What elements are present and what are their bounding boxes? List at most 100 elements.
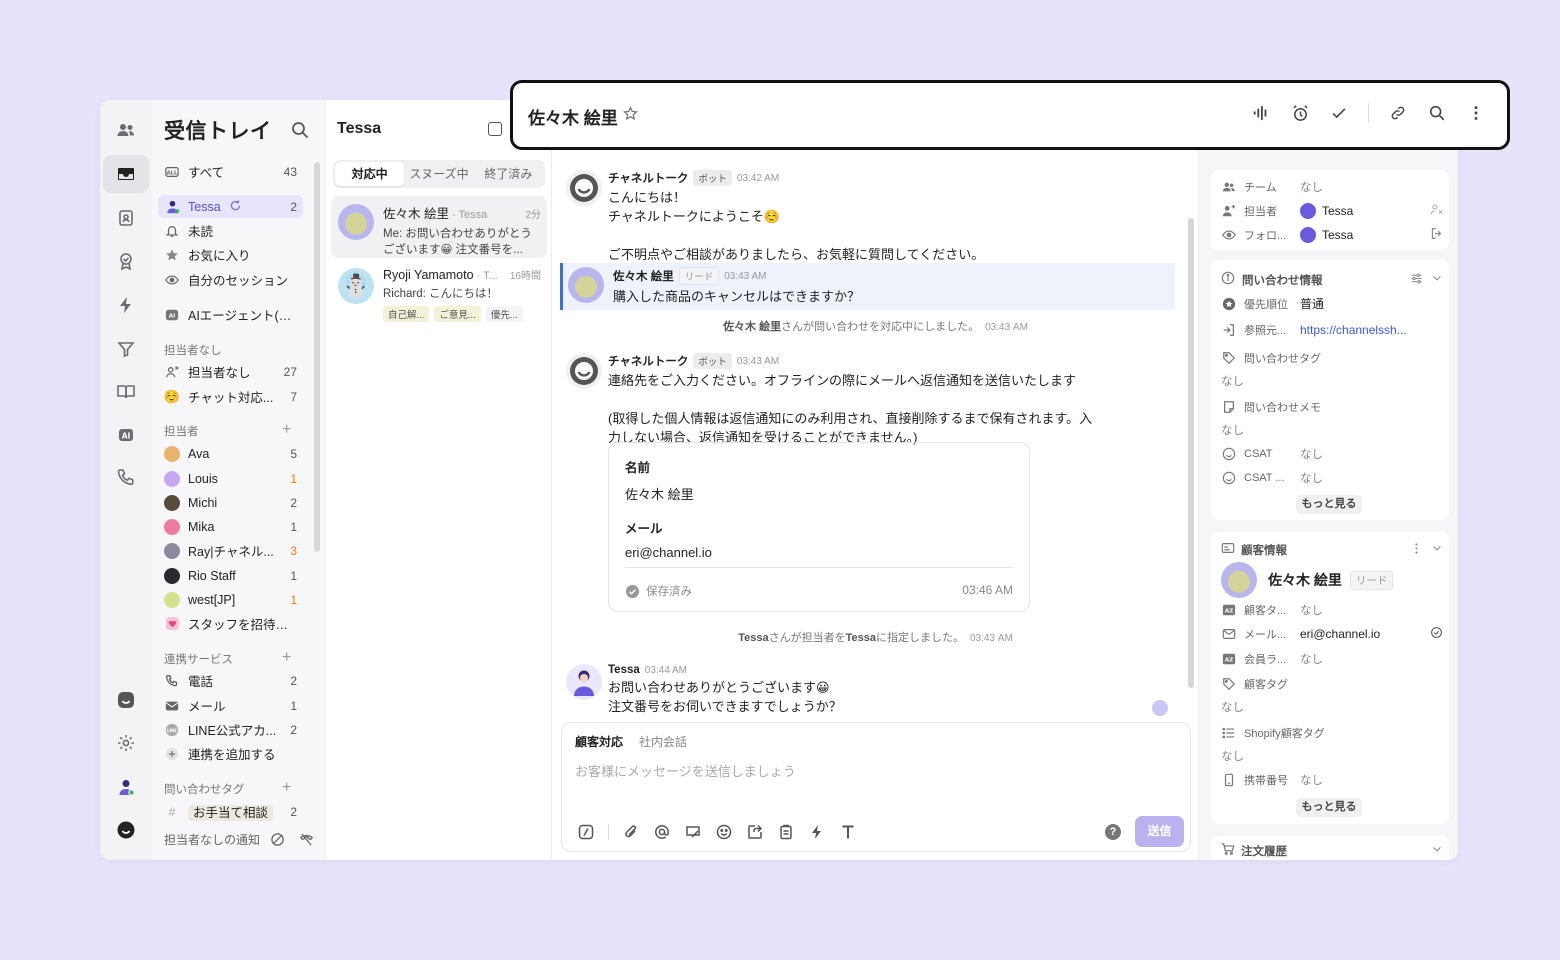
more-vertical-icon[interactable] xyxy=(1410,542,1423,558)
tab-internal-chat[interactable]: 社内会話 xyxy=(639,733,687,750)
slash-command-icon[interactable] xyxy=(577,823,595,841)
check-icon[interactable] xyxy=(1329,103,1349,123)
show-more-button[interactable]: もっと見る xyxy=(1296,798,1362,817)
sidebar-item-phone[interactable]: 電話 2 xyxy=(158,669,303,692)
notification-off-icon[interactable] xyxy=(270,832,285,847)
tab-customer-reply[interactable]: 顧客対応 xyxy=(575,733,623,750)
lightning-icon[interactable] xyxy=(808,823,826,841)
sidebar-item-ai-agent[interactable]: AI AIエージェント(A... xyxy=(158,303,303,326)
sidebar-scrollbar[interactable] xyxy=(314,162,320,552)
share-icon[interactable] xyxy=(746,823,764,841)
contact-card-icon[interactable] xyxy=(103,199,149,237)
channel-talk-avatar xyxy=(566,170,602,206)
tab-snoozed[interactable]: スヌーズ中 xyxy=(404,162,473,186)
sidebar-item-louis[interactable]: Louis 1 xyxy=(158,467,303,490)
assignee-row[interactable]: 担当者 Tessa xyxy=(1221,203,1443,219)
select-checkbox[interactable] xyxy=(488,122,502,136)
member-row[interactable]: AZ 会員ラ... なし xyxy=(1221,651,1443,667)
team-row[interactable]: チーム なし xyxy=(1221,179,1443,195)
add-assignee-icon[interactable]: + xyxy=(282,422,291,438)
memo-icon xyxy=(1221,400,1236,415)
text-format-icon[interactable] xyxy=(839,823,857,841)
gear-icon[interactable] xyxy=(103,724,149,762)
sidebar-item-tessa[interactable]: Tessa 2 xyxy=(158,195,303,218)
sidebar-item-ava[interactable]: Ava 5 xyxy=(158,442,303,465)
phone-number-row[interactable]: 携帯番号 なし xyxy=(1221,772,1443,788)
sidebar-item-invite-staff[interactable]: スタッフを招待する xyxy=(158,612,303,635)
order-history-header[interactable]: 注文履歴 xyxy=(1221,842,1443,859)
clipboard-icon[interactable] xyxy=(777,823,795,841)
search-icon[interactable] xyxy=(1427,103,1447,123)
lightning-icon[interactable] xyxy=(103,286,149,324)
tab-open[interactable]: 対応中 xyxy=(335,162,405,186)
settings-sliders-icon[interactable] xyxy=(1410,272,1423,288)
message-input[interactable]: お客様にメッセージを送信しましょう xyxy=(575,761,796,780)
filter-icon[interactable] xyxy=(103,330,149,368)
customer-tag-field-row[interactable]: AZ 顧客タ... なし xyxy=(1221,602,1443,618)
unassigned-notification[interactable]: 担当者なしの通知 xyxy=(164,831,314,848)
star-icon[interactable] xyxy=(623,106,638,124)
sidebar-item-unread[interactable]: 未読 xyxy=(158,219,303,242)
ai-icon[interactable]: AI xyxy=(103,416,149,454)
emoji-icon[interactable] xyxy=(715,823,733,841)
eye-icon xyxy=(1221,228,1236,243)
chat-scrollbar[interactable] xyxy=(1188,218,1194,688)
priority-row[interactable]: 優先順位 普通 xyxy=(1221,295,1443,312)
sidebar-item-my-sessions[interactable]: 自分のセッション xyxy=(158,268,303,291)
follower-row[interactable]: フォロ... Tessa xyxy=(1221,227,1443,243)
email-row[interactable]: メール... eri@channel.io xyxy=(1221,626,1443,642)
more-icon[interactable] xyxy=(1466,103,1486,123)
contacts-icon[interactable] xyxy=(103,111,149,149)
conversation-item[interactable]: ☃️ Ryoji Yamamoto · T... 16時間 Richard: こ… xyxy=(331,260,547,322)
chevron-down-icon[interactable] xyxy=(1431,542,1443,557)
user-avatar[interactable] xyxy=(103,768,149,806)
conversation-item[interactable]: 佐々木 絵里 · Tessa 2分 Me: お問い合わせありがとうございます😀 … xyxy=(331,196,547,258)
phone-icon[interactable] xyxy=(103,458,149,496)
show-more-button[interactable]: もっと見る xyxy=(1296,495,1362,514)
sidebar-item-mika[interactable]: Mika 1 xyxy=(158,515,303,538)
voice-icon[interactable] xyxy=(1251,103,1271,123)
add-integration-icon[interactable]: + xyxy=(282,650,291,666)
unassign-icon[interactable] xyxy=(1430,203,1443,219)
sidebar-item-chat-support[interactable]: ☺️ チャット対応... 7 xyxy=(158,385,303,408)
sidebar-item-add-integration[interactable]: 連携を追加する xyxy=(158,742,303,765)
inbox-icon[interactable] xyxy=(103,155,149,193)
send-button[interactable]: 送信 xyxy=(1135,816,1184,847)
sidebar-item-mail[interactable]: メール 1 xyxy=(158,694,303,717)
sidebar-item-west[interactable]: west[JP] 1 xyxy=(158,588,303,611)
chevron-down-icon[interactable] xyxy=(1431,843,1443,858)
book-icon[interactable] xyxy=(103,373,149,411)
sidebar-item-all[interactable]: ALL すべて 43 xyxy=(158,160,303,183)
inquiry-memo-row[interactable]: 問い合わせメモ xyxy=(1221,399,1443,415)
sidebar-item-line[interactable]: LINE LINE公式アカ... 2 xyxy=(158,718,303,741)
sidebar-item-tag[interactable]: # お手当て相談 2 xyxy=(158,800,303,823)
channel-talk-icon[interactable] xyxy=(103,811,149,849)
referrer-row[interactable]: 参照元... https://channelssh... xyxy=(1221,322,1443,338)
channel-logo-icon[interactable] xyxy=(103,681,149,719)
inquiry-tag-row[interactable]: 問い合わせタグ xyxy=(1221,350,1443,366)
link-icon[interactable] xyxy=(1388,103,1408,123)
exit-icon[interactable] xyxy=(1430,227,1443,243)
alarm-icon[interactable] xyxy=(1290,103,1310,123)
csat-row[interactable]: CSAT なし xyxy=(1221,446,1443,462)
referrer-link[interactable]: https://channelssh... xyxy=(1300,323,1443,337)
tab-closed[interactable]: 終了済み xyxy=(474,162,543,186)
shopify-tag-row[interactable]: Shopify顧客タグ xyxy=(1221,725,1443,741)
sidebar-item-rio-staff[interactable]: Rio Staff 1 xyxy=(158,564,303,587)
chevron-down-icon[interactable] xyxy=(1431,272,1443,287)
sidebar-item-unassigned[interactable]: 担当者なし 27 xyxy=(158,360,303,383)
svg-text:LINE: LINE xyxy=(167,727,177,732)
search-icon[interactable] xyxy=(290,120,310,140)
csat-comment-row[interactable]: CSAT ... なし xyxy=(1221,470,1443,486)
template-icon[interactable] xyxy=(684,823,702,841)
sidebar-item-favorites[interactable]: お気に入り xyxy=(158,243,303,266)
add-tag-icon[interactable]: + xyxy=(282,780,291,796)
help-icon[interactable]: ? xyxy=(1105,824,1121,840)
attachment-icon[interactable] xyxy=(622,823,640,841)
mention-icon[interactable] xyxy=(653,823,671,841)
sidebar-item-michi[interactable]: Michi 2 xyxy=(158,491,303,514)
badge-icon[interactable] xyxy=(103,242,149,280)
customer-tag-row[interactable]: 顧客タグ xyxy=(1221,676,1443,692)
sidebar-item-ray[interactable]: Ray|チャネル... 3 xyxy=(158,539,303,562)
phone-off-icon[interactable] xyxy=(299,832,314,847)
